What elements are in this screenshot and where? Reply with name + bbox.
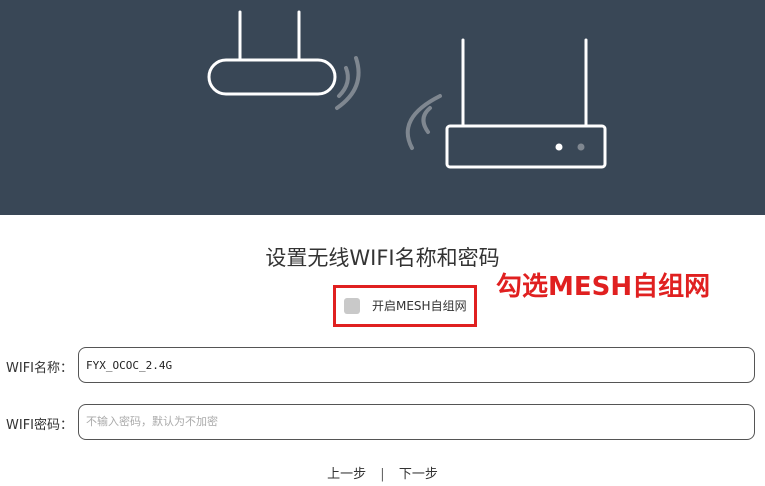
mesh-routers-icon [207,10,607,169]
wifi-name-label: WIFI名称： [6,361,73,376]
wifi-password-label: WIFI密码： [6,418,73,433]
mesh-checkbox-label[interactable]: 开启MESH自组网 [372,298,467,314]
page-title: 设置无线WIFI名称和密码 [265,246,500,270]
next-step-link[interactable]: 下一步 [399,467,438,482]
prev-step-link[interactable]: 上一步 [327,467,366,482]
nav-separator: | [380,467,385,482]
router-illustration-banner [0,0,765,215]
wifi-name-input[interactable] [78,347,755,383]
annotation-text: 勾选MESH自组网 [496,272,711,302]
wifi-password-input[interactable] [78,404,755,440]
mesh-checkbox[interactable] [344,298,360,314]
step-navigation: 上一步 | 下一步 [0,463,765,482]
